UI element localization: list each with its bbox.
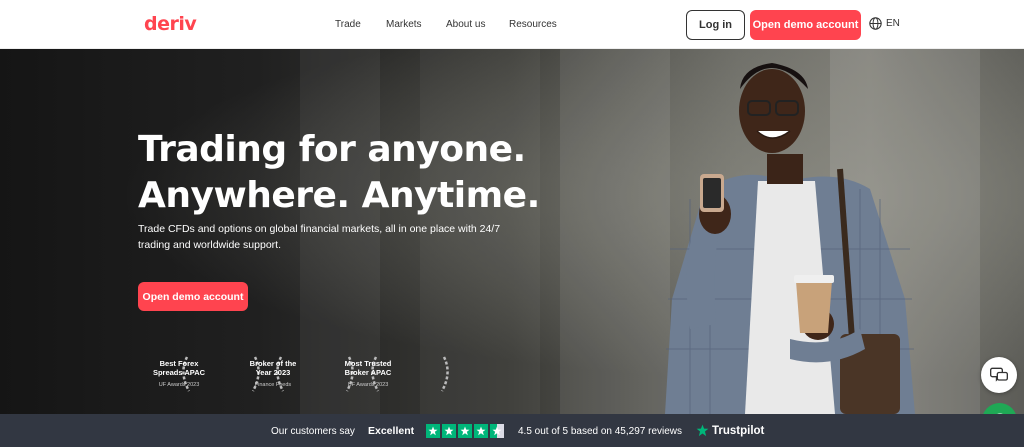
trustpilot-logo[interactable]: Trustpilot bbox=[696, 424, 764, 437]
site-header: deriv Trade Markets About us Resources L… bbox=[0, 0, 1024, 49]
trustpilot-label: Trustpilot bbox=[712, 424, 765, 437]
globe-icon bbox=[869, 17, 882, 30]
live-chat-button[interactable] bbox=[981, 357, 1017, 393]
star-icon bbox=[442, 424, 456, 438]
award-line1: Broker of the bbox=[249, 359, 297, 368]
customers-say-label: Our customers say bbox=[271, 426, 355, 437]
award-line2: Year 2023 bbox=[255, 368, 291, 377]
hero-open-demo-button[interactable]: Open demo account bbox=[138, 282, 248, 311]
rating-word: Excellent bbox=[368, 425, 415, 437]
hero-title-line2: Anywhere. Anytime. bbox=[138, 175, 540, 216]
hero-title-line1: Trading for anyone. bbox=[138, 129, 526, 170]
nav-trade[interactable]: Trade bbox=[335, 19, 361, 30]
hero-title: Trading for anyone. Anywhere. Anytime. bbox=[138, 127, 540, 219]
chat-icon bbox=[990, 367, 1008, 382]
award-badge: Broker of the Year 2023 Finance Feeds bbox=[231, 351, 354, 397]
award-badge: Most Trusted Broker APAC UF Awards 2023 bbox=[326, 351, 449, 397]
hero-section: Trading for anyone. Anywhere. Anytime. T… bbox=[0, 49, 1024, 414]
hero-subtitle: Trade CFDs and options on global financi… bbox=[138, 223, 501, 251]
language-label: EN bbox=[886, 18, 900, 29]
award-line1: Most Trusted bbox=[344, 359, 392, 368]
award-source: UF Awards 2023 bbox=[347, 382, 389, 388]
award-line2: Spreads APAC bbox=[152, 368, 206, 377]
nav-markets[interactable]: Markets bbox=[386, 19, 422, 30]
award-source: UF Awards 2023 bbox=[158, 382, 200, 388]
open-demo-account-button[interactable]: Open demo account bbox=[750, 10, 861, 40]
rating-summary: 4.5 out of 5 based on 45,297 reviews bbox=[518, 426, 683, 437]
nav-about-us[interactable]: About us bbox=[446, 19, 485, 30]
award-source: Finance Feeds bbox=[254, 382, 292, 388]
login-button[interactable]: Log in bbox=[686, 10, 745, 40]
award-line1: Best Forex bbox=[159, 359, 199, 368]
nav-resources[interactable]: Resources bbox=[509, 19, 557, 30]
award-line2: Broker APAC bbox=[344, 368, 392, 377]
star-icon bbox=[426, 424, 440, 438]
star-icon bbox=[474, 424, 488, 438]
half-star-icon bbox=[490, 424, 504, 438]
award-badge: Best Forex Spreads APAC UF Awards 2023 bbox=[137, 351, 260, 397]
star-icon bbox=[458, 424, 472, 438]
language-selector[interactable]: EN bbox=[869, 17, 900, 30]
trustpilot-bar: Our customers say Excellent 4.5 out of 5… bbox=[0, 414, 1024, 447]
trustpilot-stars bbox=[426, 424, 504, 438]
deriv-logo[interactable]: deriv bbox=[144, 13, 197, 35]
trustpilot-star-icon bbox=[696, 424, 709, 437]
